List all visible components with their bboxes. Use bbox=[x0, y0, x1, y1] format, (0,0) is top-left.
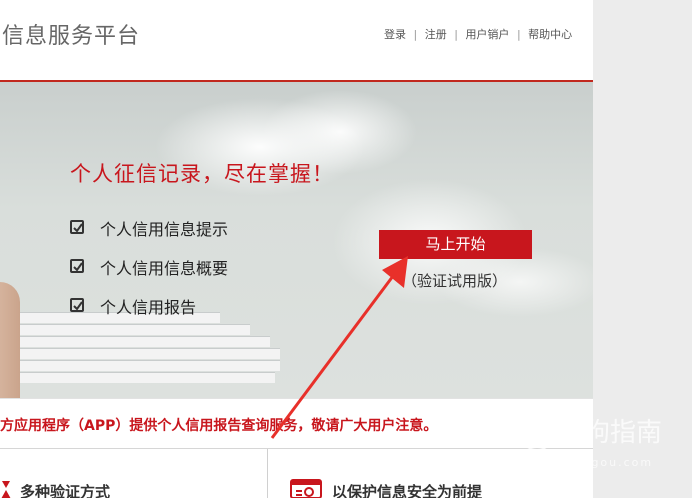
watermark-url: zhinan.sogou.com bbox=[521, 456, 654, 469]
watermark: S 搜狗指南 bbox=[520, 412, 662, 451]
sogou-logo-icon: S bbox=[520, 416, 554, 451]
watermark-text: 搜狗指南 bbox=[558, 418, 663, 448]
